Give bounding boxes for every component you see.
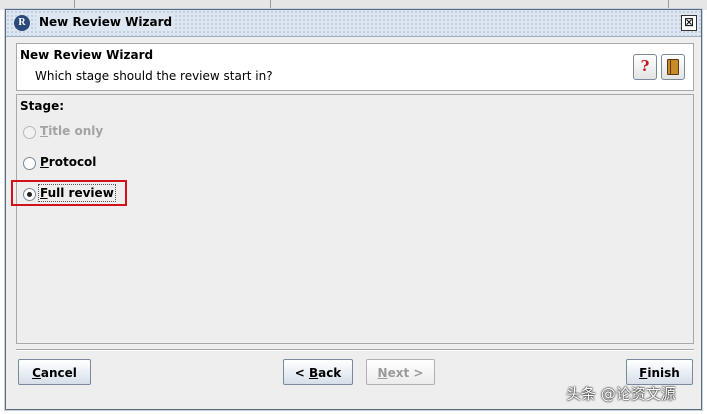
cancel-button[interactable]: Cancel xyxy=(18,359,91,385)
stage-panel: Stage: Title only Protocol Full review xyxy=(11,94,694,344)
book-icon xyxy=(667,59,679,75)
button-separator xyxy=(16,349,694,351)
help-button[interactable]: ? xyxy=(633,54,657,80)
watermark-text: 头条 @论资文源 xyxy=(566,385,676,403)
back-button[interactable]: < Back xyxy=(283,359,353,385)
new-review-wizard-dialog: R New Review Wizard ⊠ New Review Wizard … xyxy=(5,9,702,410)
app-logo-icon: R xyxy=(14,15,30,31)
window-title: New Review Wizard xyxy=(36,15,176,29)
next-button[interactable]: Next > xyxy=(366,359,435,385)
close-icon[interactable]: ⊠ xyxy=(681,15,697,31)
radio-label: Title only xyxy=(40,124,104,138)
radio-button-icon[interactable] xyxy=(23,126,36,139)
stage-label: Stage: xyxy=(20,99,65,113)
radio-button-icon[interactable] xyxy=(23,157,36,170)
header-title: New Review Wizard xyxy=(20,48,154,62)
annotation-highlight-box xyxy=(11,180,127,206)
wizard-header: New Review Wizard Which stage should the… xyxy=(16,43,694,91)
header-subtitle: Which stage should the review start in? xyxy=(35,69,273,83)
finish-button[interactable]: Finish xyxy=(626,359,693,385)
title-bar[interactable]: R New Review Wizard ⊠ xyxy=(6,10,701,37)
radio-label: Protocol xyxy=(40,155,97,169)
question-mark-icon: ? xyxy=(640,57,650,75)
manual-button[interactable] xyxy=(661,54,685,80)
